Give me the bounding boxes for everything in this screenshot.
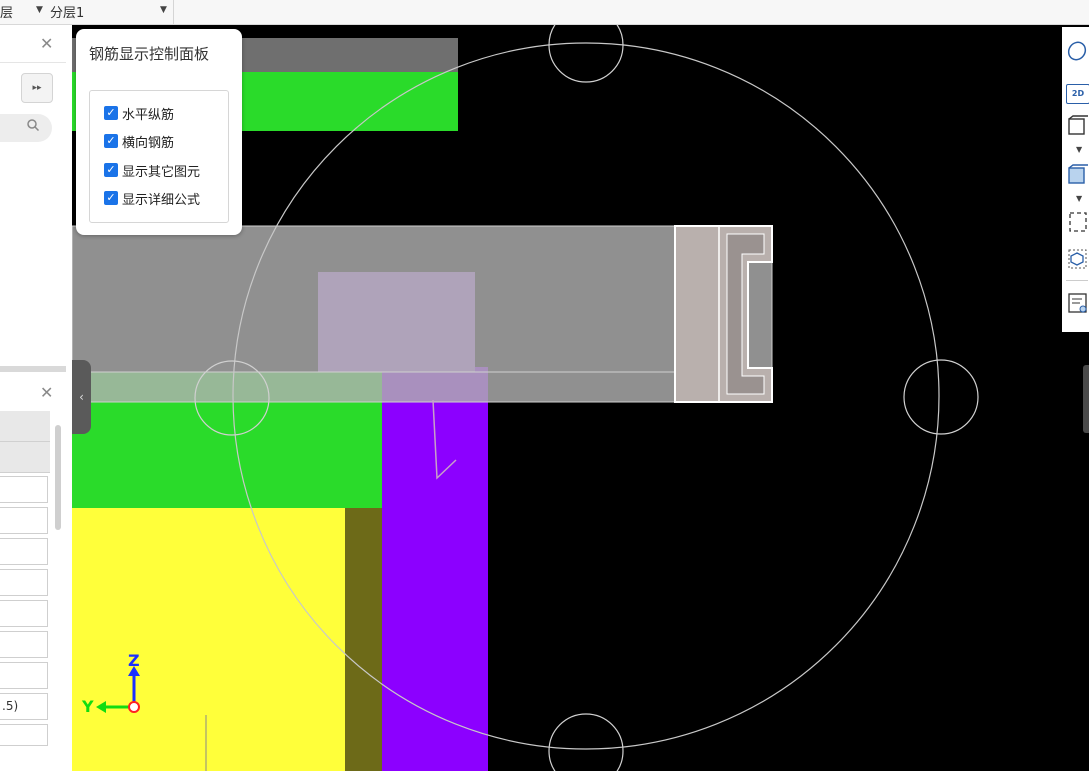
toolbar-divider (173, 0, 174, 24)
small-circle (548, 25, 624, 83)
chevron-down-icon[interactable]: ▼ (1076, 194, 1082, 203)
z-axis-label: Z (128, 651, 140, 670)
option-transverse-rebar[interactable]: ✓ 横向钢筋 (104, 131, 174, 151)
small-circle (548, 713, 624, 771)
property-field[interactable] (0, 538, 48, 565)
search-icon[interactable] (26, 118, 40, 136)
collapse-panel-button[interactable]: ‹ (72, 360, 91, 434)
option-label: 显示详细公式 (122, 192, 201, 208)
chevron-down-icon[interactable]: ▼ (160, 5, 167, 15)
close-icon[interactable]: ✕ (40, 34, 53, 53)
checkbox-checked-icon[interactable]: ✓ (104, 134, 118, 148)
property-field[interactable] (0, 724, 48, 746)
property-field[interactable] (0, 476, 48, 503)
axis-origin (128, 701, 140, 713)
expand-button[interactable]: ▸▸ (21, 73, 53, 103)
checkbox-checked-icon[interactable]: ✓ (104, 163, 118, 177)
table-header-row (0, 411, 50, 442)
table-header-row (0, 442, 50, 473)
cube-outline-icon[interactable] (1066, 114, 1088, 135)
checkbox-checked-icon[interactable]: ✓ (104, 191, 118, 205)
layer-type-label: 层 (0, 6, 14, 21)
checkbox-checked-icon[interactable]: ✓ (104, 106, 118, 120)
small-circle (903, 359, 979, 435)
panel-splitter[interactable] (0, 366, 66, 372)
grey-beam (72, 226, 772, 402)
list-settings-icon[interactable] (1066, 292, 1088, 313)
cube-filled-icon[interactable] (1066, 163, 1088, 184)
option-label: 显示其它图元 (122, 164, 201, 180)
option-show-other-elements[interactable]: ✓ 显示其它图元 (104, 160, 200, 180)
panel-header (0, 26, 66, 63)
panel-title: 钢筋显示控制面板 (89, 45, 210, 63)
property-field[interactable] (0, 631, 48, 658)
property-field[interactable] (0, 662, 48, 689)
chevron-down-icon[interactable]: ▼ (1076, 145, 1082, 154)
right-panel-handle[interactable] (1083, 365, 1089, 433)
properties-panel-header (0, 373, 66, 407)
y-axis-label: Y (82, 697, 94, 716)
property-field[interactable] (0, 600, 48, 627)
chevron-down-icon[interactable]: ▼ (36, 5, 43, 15)
property-field[interactable]: .5) (0, 693, 48, 720)
orbit-icon[interactable] (1066, 40, 1088, 61)
2d-view-icon[interactable]: 2D (1066, 84, 1089, 104)
chevron-left-icon: ‹ (79, 390, 84, 404)
layer-select[interactable]: 分层1 (50, 2, 84, 21)
property-field[interactable] (0, 569, 48, 596)
toolbar-divider (1066, 280, 1088, 281)
option-label: 水平纵筋 (122, 107, 175, 123)
option-show-formula[interactable]: ✓ 显示详细公式 (104, 188, 200, 208)
property-field[interactable] (0, 507, 48, 534)
close-icon[interactable]: ✕ (40, 383, 53, 402)
yellow-element (72, 508, 345, 771)
olive-element (345, 508, 382, 771)
top-toolbar: 层 ▼ 分层1 ▼ (0, 0, 1089, 25)
property-value: .5) (2, 699, 19, 713)
scrollbar[interactable] (55, 425, 61, 530)
option-label: 横向钢筋 (122, 135, 175, 151)
option-horizontal-rebar[interactable]: ✓ 水平纵筋 (104, 103, 174, 123)
3d-box-icon[interactable] (1066, 248, 1088, 269)
box-select-icon[interactable] (1066, 211, 1088, 232)
